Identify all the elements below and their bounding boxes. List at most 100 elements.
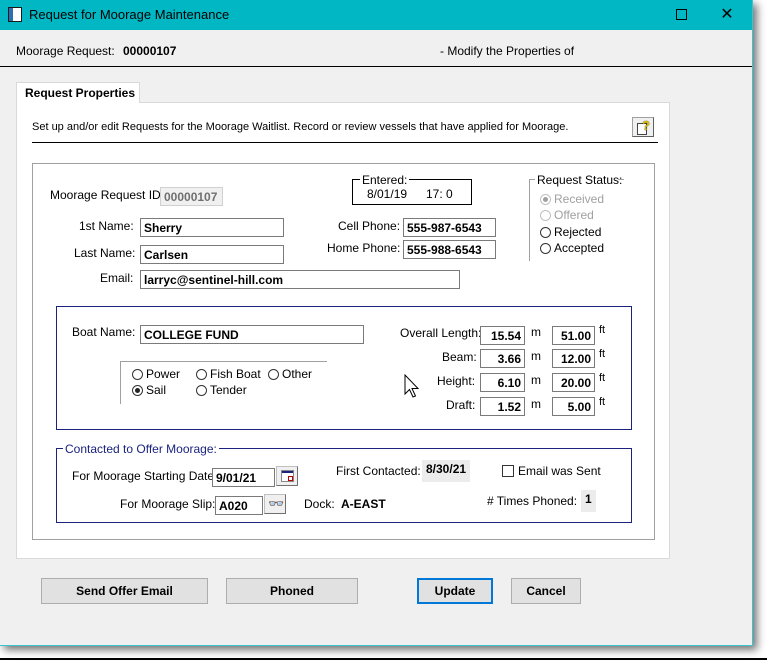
slip-input[interactable]: A020: [215, 496, 263, 515]
tab-request-properties[interactable]: Request Properties: [16, 82, 140, 103]
entered-label: Entered:: [360, 173, 410, 187]
send-offer-email-button[interactable]: Send Offer Email: [41, 578, 208, 604]
status-offered-radio[interactable]: Offered: [540, 208, 594, 222]
radio-icon: [540, 210, 551, 221]
beam-ft-input[interactable]: 12.00: [552, 349, 595, 368]
beam-label: Beam:: [442, 350, 477, 364]
radio-icon: [540, 243, 551, 254]
title-bar[interactable]: Request for Moorage Maintenance ✕: [0, 0, 752, 30]
help-button[interactable]: ?: [632, 117, 654, 137]
overall-length-label: Overall Length:: [400, 326, 482, 340]
maximize-button[interactable]: [658, 0, 704, 30]
request-id-label: Moorage Request ID:: [50, 188, 165, 202]
draft-label: Draft:: [446, 398, 476, 412]
radio-icon: [196, 369, 207, 380]
boat-type-frame-line: [120, 361, 327, 362]
maximize-icon: [675, 9, 687, 21]
boat-type-tender-radio[interactable]: Tender: [196, 383, 247, 397]
radio-icon: [196, 385, 207, 396]
moorage-request-number: 00000107: [123, 44, 177, 58]
height-m-input[interactable]: 6.10: [480, 373, 525, 392]
times-phoned-label: # Times Phoned:: [487, 494, 578, 508]
status-frame-line: [529, 179, 530, 261]
dock-value: A-EAST: [341, 497, 386, 511]
radio-label: Fish Boat: [210, 367, 261, 381]
close-button[interactable]: ✕: [704, 0, 750, 30]
draft-ft-input[interactable]: 5.00: [552, 397, 595, 416]
boat-name-label: Boat Name:: [72, 325, 136, 339]
start-date-label: For Moorage Starting Date:: [72, 469, 218, 483]
description-divider: [32, 142, 658, 143]
app-icon: [8, 7, 22, 22]
height-label: Height:: [437, 374, 476, 388]
email-sent-label: Email was Sent: [518, 464, 601, 478]
email-input[interactable]: larryc@sentinel-hill.com: [140, 270, 460, 289]
first-name-input[interactable]: Sherry: [140, 218, 284, 237]
overall-length-ft-input[interactable]: 51.00: [552, 326, 595, 345]
radio-label: Power: [146, 367, 181, 381]
first-name-label: 1st Name:: [79, 219, 134, 233]
radio-label: Other: [282, 367, 313, 381]
status-label: Request Status:: [537, 173, 625, 187]
question-mark-icon: ?: [642, 118, 650, 133]
start-date-input[interactable]: 9/01/21: [212, 468, 275, 487]
radio-icon: [132, 385, 143, 396]
home-phone-label: Home Phone:: [327, 241, 401, 255]
cell-phone-input[interactable]: 555-987-6543: [403, 218, 496, 237]
contact-frame: [56, 448, 632, 523]
email-label: Email:: [100, 271, 134, 285]
description-text: Set up and/or edit Requests for the Moor…: [32, 121, 569, 133]
unit-m: m: [531, 349, 541, 363]
mode-text: - Modify the Properties of: [440, 44, 575, 58]
entered-date: 8/01/19: [367, 187, 408, 201]
boat-type-frame-line: [120, 361, 121, 404]
dock-label: Dock:: [304, 497, 335, 511]
boat-type-fish-boat-radio[interactable]: Fish Boat: [196, 367, 261, 381]
status-frame-line: [618, 179, 624, 180]
status-frame-line: [529, 179, 535, 180]
last-name-label: Last Name:: [74, 246, 136, 260]
find-slip-button[interactable]: 👓: [264, 494, 286, 514]
radio-icon: [540, 194, 551, 205]
radio-icon: [132, 369, 143, 380]
phoned-button[interactable]: Phoned: [226, 578, 358, 604]
first-contacted-value: 8/30/21: [422, 460, 471, 482]
radio-label: Accepted: [554, 241, 605, 255]
calendar-button[interactable]: [276, 466, 298, 486]
status-accepted-radio[interactable]: Accepted: [540, 241, 604, 255]
radio-label: Rejected: [554, 225, 602, 239]
calendar-icon: [281, 470, 294, 482]
request-id-value: 00000107: [160, 187, 223, 206]
unit-m: m: [531, 373, 541, 387]
home-phone-input[interactable]: 555-988-6543: [403, 240, 496, 259]
boat-type-power-radio[interactable]: Power: [132, 367, 180, 381]
unit-ft: ft: [599, 324, 606, 336]
dialog-window: Request for Moorage Maintenance ✕ Moorag…: [0, 0, 753, 646]
draft-m-input[interactable]: 1.52: [480, 397, 525, 416]
first-contacted-label: First Contacted:: [336, 464, 421, 478]
unit-m: m: [531, 325, 541, 339]
overall-length-m-input[interactable]: 15.54: [480, 326, 525, 345]
moorage-request-label: Moorage Request:: [16, 44, 115, 58]
radio-label: Received: [554, 192, 605, 206]
mouse-cursor-icon: [404, 374, 420, 398]
last-name-input[interactable]: Carlsen: [140, 245, 284, 264]
radio-label: Sail: [146, 383, 167, 397]
window-title: Request for Moorage Maintenance: [29, 7, 230, 22]
status-received-radio[interactable]: Received: [540, 192, 604, 206]
radio-icon: [268, 369, 279, 380]
update-button[interactable]: Update: [417, 578, 493, 604]
boat-name-input[interactable]: COLLEGE FUND: [140, 325, 364, 344]
unit-m: m: [531, 397, 541, 411]
email-sent-checkbox[interactable]: [502, 465, 514, 477]
boat-type-other-radio[interactable]: Other: [268, 367, 312, 381]
cancel-button[interactable]: Cancel: [511, 578, 581, 604]
unit-ft: ft: [599, 396, 606, 408]
header-divider: [0, 66, 752, 67]
height-ft-input[interactable]: 20.00: [552, 373, 595, 392]
status-rejected-radio[interactable]: Rejected: [540, 225, 601, 239]
beam-m-input[interactable]: 3.66: [480, 349, 525, 368]
radio-label: Tender: [210, 383, 247, 397]
entered-time: 17: 0: [426, 187, 453, 201]
boat-type-sail-radio[interactable]: Sail: [132, 383, 166, 397]
